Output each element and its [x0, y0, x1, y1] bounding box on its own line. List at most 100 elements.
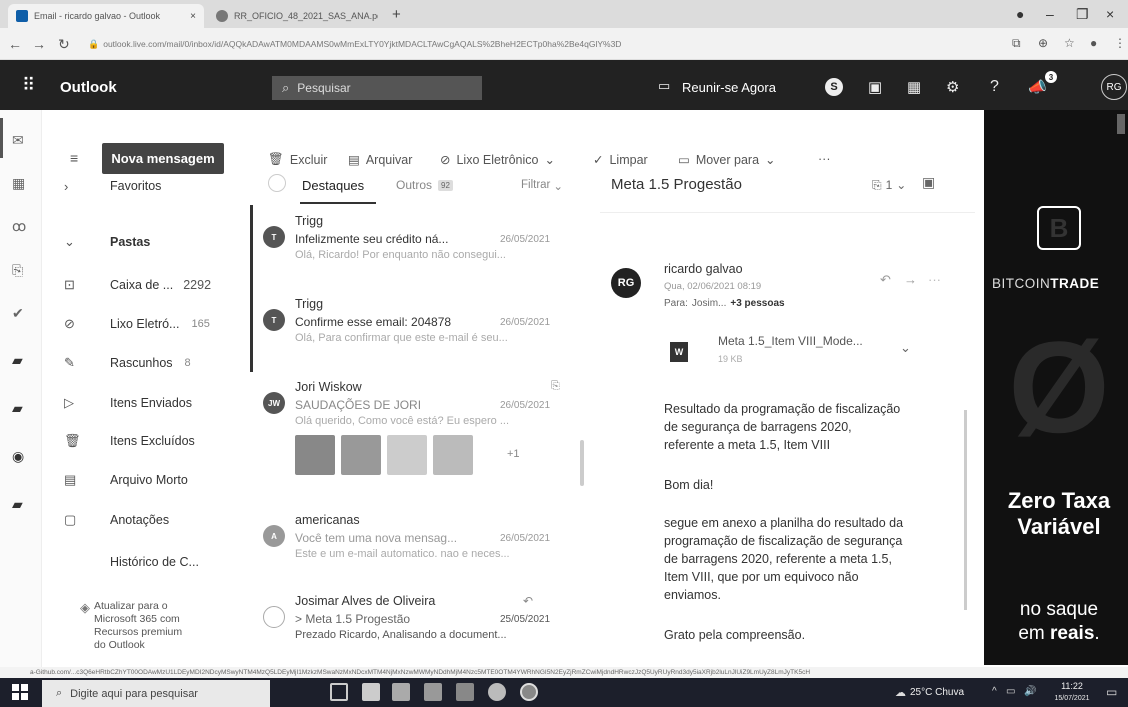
- close-tab-icon[interactable]: ×: [190, 11, 196, 22]
- task-view-icon[interactable]: [330, 683, 348, 701]
- list-scrollbar[interactable]: [580, 440, 584, 486]
- onedrive-icon[interactable]: ▰: [12, 496, 23, 513]
- select-checkbox[interactable]: [263, 606, 285, 628]
- close-window-icon[interactable]: ×: [1106, 6, 1114, 22]
- calculator-icon[interactable]: [392, 683, 410, 701]
- my-day-icon[interactable]: ▦: [907, 78, 921, 96]
- more-options-icon[interactable]: ···: [928, 272, 941, 287]
- message-date: 26/05/2021: [500, 533, 551, 544]
- upgrade-link[interactable]: Atualizar para o Microsoft 365 com Recur…: [94, 600, 194, 652]
- minimize-icon[interactable]: –: [1046, 6, 1054, 22]
- sender-name[interactable]: ricardo galvao: [664, 262, 743, 276]
- network-icon[interactable]: ▭: [1006, 686, 1015, 697]
- excel-taskbar-icon[interactable]: [456, 683, 474, 701]
- select-all-checkbox[interactable]: [268, 174, 286, 192]
- folder-notes[interactable]: ▢ Anotações: [64, 510, 244, 530]
- file-explorer-icon[interactable]: [362, 683, 380, 701]
- chevron-down-icon[interactable]: ⌄: [900, 340, 911, 356]
- clock[interactable]: 11:22 15/07/2021: [1050, 681, 1094, 704]
- reading-scrollbar[interactable]: [964, 410, 967, 610]
- new-tab-icon[interactable]: +: [392, 6, 401, 23]
- list-item[interactable]: A americanas Você tem uma nova mensag...…: [255, 513, 565, 583]
- folder-junk[interactable]: ⊘ Lixo Eletró... 165: [64, 314, 244, 334]
- folder-inbox[interactable]: ⊡ Caixa de ... 2292: [64, 275, 244, 295]
- attachment-thumbnail[interactable]: [433, 435, 473, 475]
- list-item[interactable]: T Trigg Confirme esse email: 204878 26/0…: [255, 297, 565, 367]
- collapse-menu-icon[interactable]: ≡: [70, 150, 78, 166]
- rail-active-indicator: [0, 118, 3, 158]
- attachment-count-button[interactable]: ⎘ 1 ⌄: [872, 178, 906, 193]
- folder-drafts[interactable]: ✎ Rascunhos 8: [64, 353, 244, 373]
- new-message-button[interactable]: Nova mensagem: [102, 143, 224, 174]
- tab-focused[interactable]: Destaques: [302, 178, 364, 193]
- recipients[interactable]: Para: Josim... +3 pessoas: [664, 298, 785, 309]
- list-item[interactable]: JW Jori Wiskow SAUDAÇÕES DE JORI 26/05/2…: [255, 380, 565, 492]
- app-launcher-icon[interactable]: ⠿: [22, 76, 35, 94]
- skype-icon[interactable]: S: [825, 78, 843, 96]
- todo-check-icon[interactable]: ✔: [12, 305, 24, 322]
- attachment-thumbnail[interactable]: [341, 435, 381, 475]
- move-to-button[interactable]: ▭ Mover para ⌄: [678, 152, 776, 168]
- media-icon[interactable]: [488, 683, 506, 701]
- folder-archive[interactable]: ▤ Arquivo Morto: [64, 470, 244, 490]
- star-icon[interactable]: ☆: [1064, 36, 1075, 50]
- folder-history[interactable]: Histórico de C...: [64, 552, 244, 572]
- reload-icon[interactable]: ↻: [58, 36, 70, 53]
- search-input[interactable]: ⌕ Pesquisar: [272, 76, 482, 100]
- people-icon[interactable]: ꝏ: [12, 218, 26, 235]
- list-item[interactable]: T Trigg Infelizmente seu crédito ná... 2…: [255, 214, 565, 284]
- delete-button[interactable]: 🗑 Excluir: [268, 152, 327, 167]
- megaphone-icon[interactable]: 📣: [1028, 78, 1047, 96]
- url-field[interactable]: 🔒 outlook.live.com/mail/0/inbox/id/AQQkA…: [88, 33, 968, 55]
- folders-header[interactable]: ⌄ Pastas: [64, 232, 244, 252]
- folder-deleted[interactable]: 🗑 Itens Excluídos: [64, 431, 244, 451]
- excel-icon[interactable]: ▰: [12, 400, 23, 417]
- sweep-button[interactable]: ✓ Limpar: [593, 152, 648, 168]
- more-recipients[interactable]: +3 pessoas: [730, 298, 784, 309]
- mail-icon[interactable]: ✉: [12, 132, 24, 149]
- office-apps-icon[interactable]: ▣: [868, 78, 882, 96]
- attachment-thumbnail[interactable]: [387, 435, 427, 475]
- help-icon[interactable]: ?: [990, 78, 999, 96]
- taskbar-search-input[interactable]: ⌕ Digite aqui para pesquisar: [42, 680, 270, 707]
- open-window-icon[interactable]: ▣: [922, 174, 935, 191]
- powerpoint-icon[interactable]: ◉: [12, 448, 24, 465]
- volume-icon[interactable]: 🔊: [1024, 686, 1036, 697]
- meet-now-button[interactable]: Reunir-se Agora: [682, 80, 776, 95]
- filter-button[interactable]: Filtrar ⌄: [521, 179, 563, 193]
- list-item[interactable]: Josimar Alves de Oliveira > Meta 1.5 Pro…: [255, 594, 565, 664]
- more-attachments-count[interactable]: +1: [507, 448, 520, 460]
- calendar-icon[interactable]: ▦: [12, 175, 25, 192]
- favorites-header[interactable]: › Favoritos: [64, 176, 244, 196]
- attachment-thumbnail[interactable]: [295, 435, 335, 475]
- browser-tab-pdf[interactable]: RR_OFICIO_48_2021_SAS_ANA.pdf ×: [208, 4, 378, 28]
- junk-button[interactable]: ⊘ Lixo Eletrônico ⌄: [440, 152, 555, 168]
- tab-other[interactable]: Outros 92: [396, 178, 453, 192]
- profile-circle-icon[interactable]: ●: [1016, 6, 1024, 22]
- folder-sent[interactable]: ▷ Itens Enviados: [64, 393, 244, 413]
- app-name[interactable]: Outlook: [60, 79, 117, 96]
- weather-text[interactable]: 25°C Chuva: [910, 687, 964, 698]
- tray-chevron-icon[interactable]: ^: [992, 686, 997, 697]
- windows-start-icon[interactable]: [12, 684, 28, 700]
- archive-button[interactable]: ▤ Arquivar: [348, 152, 412, 168]
- chrome-taskbar-icon[interactable]: [520, 683, 538, 701]
- attachment-card[interactable]: W Meta 1.5_Item VIII_Mode... 19 KB ⌄: [664, 330, 920, 378]
- forward-icon[interactable]: →: [32, 36, 46, 52]
- reply-icon[interactable]: ↶: [880, 272, 891, 288]
- extension-icon[interactable]: ⧉: [1012, 36, 1021, 51]
- back-icon[interactable]: ←: [8, 36, 22, 52]
- forward-icon[interactable]: →: [904, 272, 917, 287]
- account-icon[interactable]: ●: [1090, 36, 1097, 50]
- more-actions-button[interactable]: ···: [818, 152, 831, 166]
- zoom-icon[interactable]: ⊕: [1038, 36, 1048, 50]
- attachment-icon[interactable]: ⎘: [12, 262, 23, 279]
- settings-gear-icon[interactable]: ⚙: [946, 78, 959, 96]
- account-avatar[interactable]: RG: [1101, 74, 1127, 100]
- maximize-icon[interactable]: ❐: [1076, 6, 1089, 23]
- word-taskbar-icon[interactable]: [424, 683, 442, 701]
- word-icon[interactable]: ▰: [12, 352, 23, 369]
- browser-menu-icon[interactable]: ⋮: [1114, 36, 1126, 50]
- browser-tab-outlook[interactable]: Email - ricardo galvao - Outlook ×: [8, 4, 204, 28]
- notification-center-icon[interactable]: ▭: [1106, 685, 1117, 699]
